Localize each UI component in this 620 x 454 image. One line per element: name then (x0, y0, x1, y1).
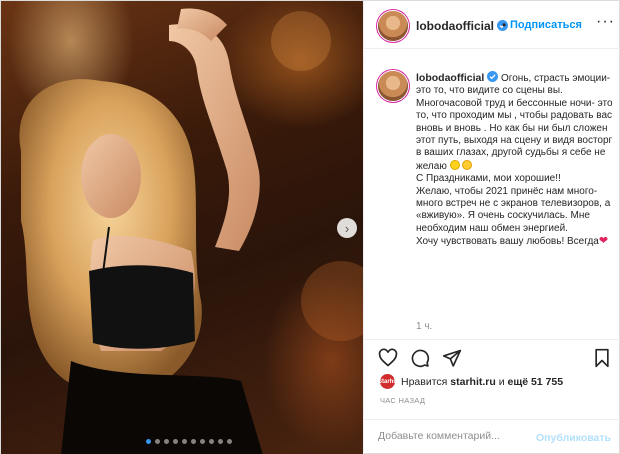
avatar[interactable] (378, 11, 408, 41)
carousel-indicator (146, 439, 232, 444)
caption-avatar[interactable] (378, 71, 408, 101)
comment-box: Опубликовать (364, 419, 620, 454)
carousel-dot[interactable] (182, 439, 187, 444)
likes-line: Starhit Нравится starhit.ru и ещё 51 755 (378, 374, 564, 389)
caption-part1: Огонь, страсть эмоции- это то, что видит… (416, 73, 616, 172)
caption-timestamp: 1 ч. (416, 321, 433, 332)
post-sidebar: lobodaofficial • Подписаться ··· lobodao… (363, 1, 620, 454)
smile-emoji-icon (449, 159, 460, 170)
username-link[interactable]: lobodaofficial (416, 19, 508, 33)
caption-part2: С Праздниками, мои хорошие!! Желаю, чтоб… (416, 173, 611, 248)
carousel-dot[interactable] (173, 439, 178, 444)
heart-icon[interactable] (378, 348, 398, 368)
carousel-dot[interactable] (146, 439, 151, 444)
carousel-dot[interactable] (200, 439, 205, 444)
liker-avatar[interactable]: Starhit (378, 374, 397, 389)
bookmark-icon[interactable] (592, 348, 612, 368)
comment-input[interactable] (378, 430, 528, 442)
comment-icon[interactable] (410, 348, 430, 368)
carousel-dot[interactable] (155, 439, 160, 444)
verified-badge-icon (487, 71, 499, 82)
follow-button[interactable]: Подписаться (510, 19, 582, 31)
heart-emoji-icon: ❤ (598, 235, 609, 248)
likes-count[interactable]: ещё 51 755 (508, 376, 564, 388)
caption-text: lobodaofficial Огонь, страсть эмоции- эт… (416, 71, 616, 249)
carousel-next-button[interactable]: › (337, 218, 357, 238)
more-icon[interactable]: ··· (596, 13, 615, 31)
carousel-dot[interactable] (209, 439, 214, 444)
performer-illustration (19, 8, 363, 454)
publish-button[interactable]: Опубликовать (536, 432, 611, 444)
username-text: lobodaofficial (416, 19, 494, 33)
carousel-dot[interactable] (218, 439, 223, 444)
carousel-dot[interactable] (227, 439, 232, 444)
carousel-dot[interactable] (164, 439, 169, 444)
likes-prefix: Нравится (401, 375, 448, 388)
instagram-post: › lobodaofficial • Подписаться ··· lobod… (0, 0, 620, 454)
post-age: ЧАС НАЗАД (380, 396, 426, 405)
post-header: lobodaofficial • Подписаться ··· (364, 1, 620, 49)
grin-emoji-icon (462, 159, 473, 170)
share-icon[interactable] (442, 348, 462, 368)
header-separator: • (502, 18, 507, 32)
carousel-dot[interactable] (191, 439, 196, 444)
caption-username[interactable]: lobodaofficial (416, 71, 499, 84)
caption-username-text: lobodaofficial (416, 72, 485, 84)
action-bar (364, 339, 620, 377)
likes-middle: и (498, 375, 505, 388)
post-photo[interactable]: › (1, 1, 363, 454)
chevron-right-icon: › (344, 220, 350, 236)
liker-username[interactable]: starhit.ru (450, 376, 496, 388)
